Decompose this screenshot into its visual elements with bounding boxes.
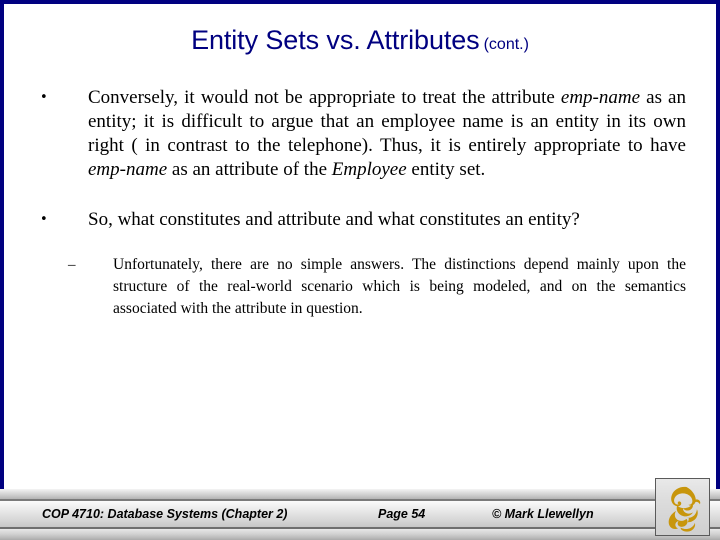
- slide-title-main: Entity Sets vs. Attributes: [191, 25, 480, 55]
- slide-footer: COP 4710: Database Systems (Chapter 2) P…: [0, 489, 720, 540]
- pegasus-logo: [655, 478, 710, 536]
- emphasized-term: emp-name: [560, 87, 641, 108]
- bullet-marker-icon: •: [40, 212, 48, 227]
- slide-border-top: [0, 0, 720, 4]
- slide-body: • Conversely, it would not be appropriat…: [0, 86, 720, 320]
- footer-copyright-label: © Mark Llewellyn: [492, 507, 594, 521]
- emphasized-term: emp-name: [88, 159, 168, 180]
- pegasus-logo-icon: [668, 486, 701, 532]
- footer-course-label: COP 4710: Database Systems (Chapter 2): [42, 507, 288, 521]
- slide: Entity Sets vs. Attributes (cont.) • Con…: [0, 0, 720, 540]
- bullet-text-1: Conversely, it would not be appropriate …: [88, 87, 686, 180]
- bullet-marker-icon: •: [40, 90, 48, 105]
- emphasized-term: Employee: [331, 159, 407, 180]
- slide-title: Entity Sets vs. Attributes (cont.): [0, 26, 720, 54]
- footer-page-number: Page 54: [378, 507, 426, 521]
- bullet-item-2: • So, what constitutes and attribute and…: [0, 208, 720, 232]
- bullet-item-1: • Conversely, it would not be appropriat…: [0, 86, 720, 182]
- bullet-text-2: So, what constitutes and attribute and w…: [88, 209, 580, 230]
- footer-band-top: [0, 489, 720, 499]
- footer-band-bottom: [0, 529, 720, 540]
- sub-bullet-text-1: Unfortunately, there are no simple answe…: [113, 256, 686, 317]
- sub-bullet-dash-icon: –: [68, 257, 76, 273]
- sub-bullet-item-1: – Unfortunately, there are no simple ans…: [0, 254, 720, 320]
- slide-title-suffix: (cont.): [483, 36, 529, 53]
